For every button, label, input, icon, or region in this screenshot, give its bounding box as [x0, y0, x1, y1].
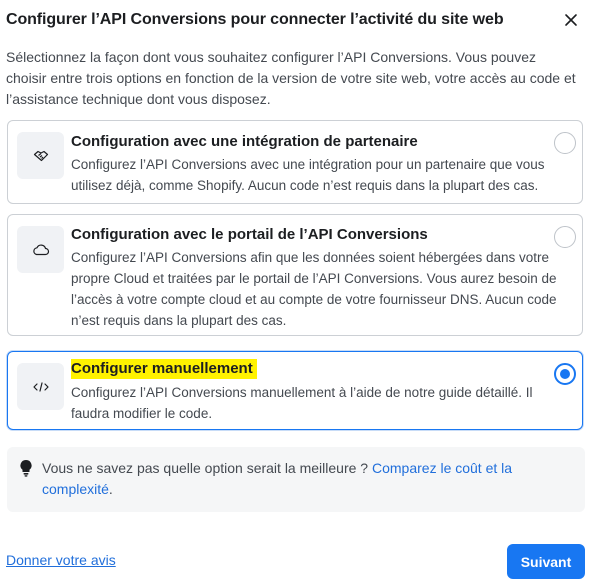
option-radio-selected[interactable] [554, 363, 576, 385]
close-button[interactable] [560, 9, 582, 31]
lightbulb-icon [20, 459, 32, 477]
close-icon [565, 14, 577, 26]
tip-box: Vous ne savez pas quelle option serait l… [7, 447, 585, 512]
dialog-intro: Sélectionnez la façon dont vous souhaite… [6, 49, 576, 107]
next-button[interactable]: Suivant [507, 544, 585, 579]
option-radio[interactable] [554, 226, 576, 248]
option-manual-setup[interactable]: Configurer manuellement Configurez l’API… [7, 351, 583, 430]
option-radio[interactable] [554, 132, 576, 154]
option-title: Configuration avec le portail de l’API C… [71, 226, 428, 243]
feedback-link[interactable]: Donner votre avis [6, 552, 116, 568]
option-description: Configurez l’API Conversions avec une in… [71, 157, 545, 193]
handshake-icon [17, 132, 64, 179]
code-icon [17, 363, 64, 410]
option-partner-integration[interactable]: Configuration avec une intégration de pa… [7, 120, 583, 204]
option-title: Configuration avec une intégration de pa… [71, 133, 418, 150]
tip-text: Vous ne savez pas quelle option serait l… [42, 458, 562, 500]
option-title: Configurer manuellement [71, 359, 257, 379]
option-capi-gateway[interactable]: Configuration avec le portail de l’API C… [7, 214, 583, 336]
dialog-title: Configurer l’API Conversions pour connec… [6, 11, 504, 28]
tip-suffix: . [108, 481, 113, 497]
option-description: Configurez l’API Conversions manuellemen… [71, 385, 533, 421]
cloud-icon [17, 226, 64, 273]
conversions-api-dialog: Configurer l’API Conversions pour connec… [0, 0, 594, 583]
option-description: Configurez l’API Conversions afin que le… [71, 250, 557, 328]
dialog-header: Configurer l’API Conversions pour connec… [6, 8, 582, 32]
tip-question: Vous ne savez pas quelle option serait l… [42, 460, 372, 476]
